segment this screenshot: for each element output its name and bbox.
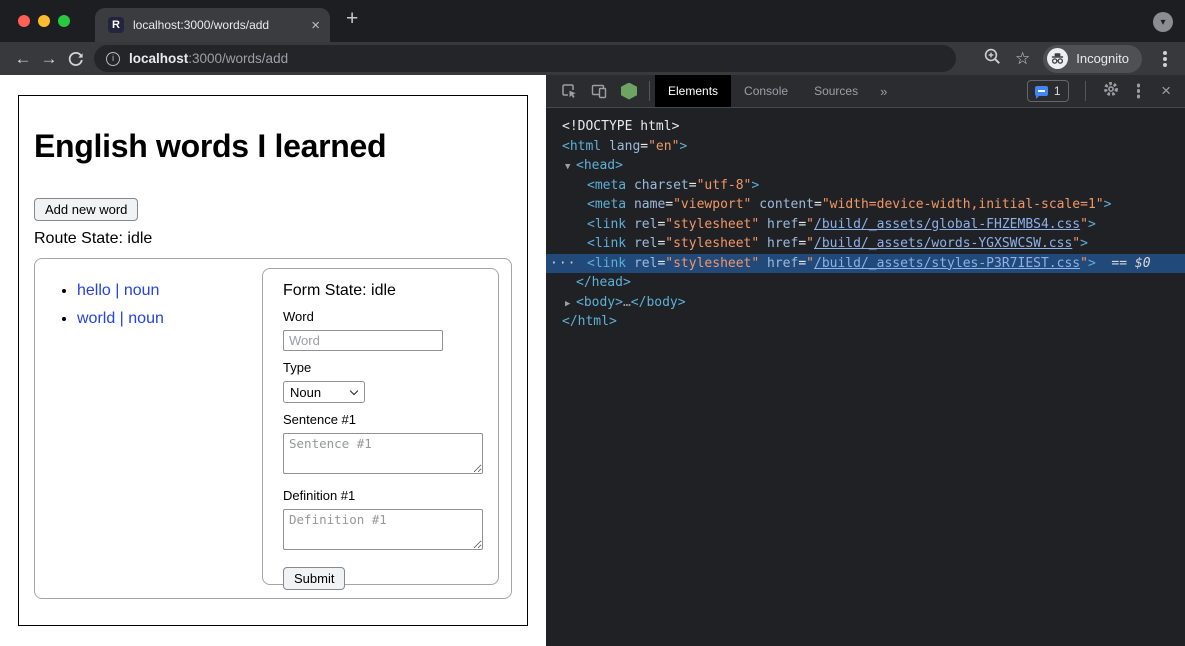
words-panel: hello | noun world | noun Form State: id… bbox=[34, 258, 512, 599]
zoom-icon[interactable] bbox=[983, 47, 1002, 71]
devtools-dom-node[interactable]: ▶<body>…</body> bbox=[546, 293, 1185, 313]
tab-search-button[interactable]: ▾ bbox=[1153, 12, 1173, 32]
url-text: localhost:3000/words/add bbox=[129, 51, 288, 66]
devtools-dom-node[interactable]: </head> bbox=[546, 273, 1185, 293]
devtools-dom-node[interactable]: <meta charset="utf-8"> bbox=[546, 176, 1185, 196]
devtools-dom-node[interactable]: <html lang="en"> bbox=[546, 137, 1185, 157]
browser-toolbar: ← → i localhost:3000/words/add ☆ Incogni… bbox=[0, 42, 1185, 75]
list-item: hello | noun bbox=[77, 282, 164, 300]
devtools-dom-node[interactable]: </html> bbox=[546, 312, 1185, 332]
word-label: Word bbox=[283, 309, 484, 324]
minimize-window-button[interactable] bbox=[38, 15, 50, 27]
tab-close-icon[interactable]: × bbox=[311, 18, 320, 33]
more-tabs-icon[interactable]: » bbox=[871, 84, 896, 99]
divider bbox=[1085, 81, 1086, 101]
site-info-icon[interactable]: i bbox=[106, 52, 120, 66]
add-word-form: Form State: idle Word Type Noun Sentence… bbox=[262, 268, 499, 585]
forward-icon[interactable]: → bbox=[36, 49, 62, 69]
devtools-dom-node[interactable]: <link rel="stylesheet" href="/build/_ass… bbox=[546, 234, 1185, 254]
form-state-text: Form State: idle bbox=[283, 282, 484, 300]
definition-textarea[interactable] bbox=[283, 509, 483, 550]
definition-label: Definition #1 bbox=[283, 488, 484, 503]
devtools-dom-node[interactable]: ▼<head> bbox=[546, 156, 1185, 176]
devtools-toolbar: Elements Console Sources » 1 × bbox=[546, 75, 1185, 108]
browser-chrome: R localhost:3000/words/add × + ▾ ← → i l… bbox=[0, 0, 1185, 75]
page-title: English words I learned bbox=[34, 128, 512, 165]
new-tab-button[interactable]: + bbox=[346, 7, 358, 31]
close-window-button[interactable] bbox=[18, 15, 30, 27]
url-path: :3000/words/add bbox=[188, 51, 288, 66]
devtools-dom-node[interactable]: <meta name="viewport" content="width=dev… bbox=[546, 195, 1185, 215]
inspect-element-icon[interactable] bbox=[554, 82, 584, 100]
url-host: localhost bbox=[129, 51, 188, 66]
add-new-word-button[interactable]: Add new word bbox=[34, 198, 138, 221]
browser-menu-icon[interactable] bbox=[1163, 57, 1167, 61]
word-link-world[interactable]: world | noun bbox=[77, 310, 164, 327]
tab-strip: R localhost:3000/words/add × + ▾ bbox=[0, 0, 1185, 42]
devtools-dom-node[interactable]: <link rel="stylesheet" href="/build/_ass… bbox=[546, 215, 1185, 235]
type-label: Type bbox=[283, 360, 484, 375]
devtools-right-controls: 1 × bbox=[1027, 80, 1185, 103]
settings-gear-icon[interactable] bbox=[1102, 80, 1120, 103]
remix-favicon-icon: R bbox=[108, 17, 124, 33]
word-list: hello | noun world | noun bbox=[35, 282, 164, 598]
device-toolbar-icon[interactable] bbox=[584, 82, 614, 100]
tab-sources[interactable]: Sources bbox=[801, 75, 871, 107]
incognito-icon bbox=[1047, 48, 1068, 69]
reload-icon[interactable] bbox=[62, 49, 88, 68]
devtools-menu-icon[interactable] bbox=[1137, 89, 1141, 93]
route-state-text: Route State: idle bbox=[34, 230, 512, 248]
devtools-dom-node[interactable]: <!DOCTYPE html> bbox=[546, 117, 1185, 137]
word-link-hello[interactable]: hello | noun bbox=[77, 282, 159, 299]
incognito-label: Incognito bbox=[1076, 51, 1129, 66]
back-icon[interactable]: ← bbox=[10, 49, 36, 69]
type-select-wrap: Noun bbox=[283, 381, 365, 403]
fullscreen-window-button[interactable] bbox=[58, 15, 70, 27]
devtools-extension-hexagon-icon[interactable] bbox=[614, 83, 644, 100]
issues-count: 1 bbox=[1054, 84, 1061, 98]
browser-tab[interactable]: R localhost:3000/words/add × bbox=[95, 8, 330, 42]
submit-button[interactable]: Submit bbox=[283, 567, 345, 590]
devtools-close-icon[interactable]: × bbox=[1157, 81, 1175, 101]
window-controls bbox=[18, 15, 70, 27]
incognito-badge: Incognito bbox=[1043, 45, 1142, 73]
devtools-panel: Elements Console Sources » 1 × <!DOCTYPE… bbox=[546, 75, 1185, 646]
address-bar[interactable]: i localhost:3000/words/add bbox=[94, 45, 956, 72]
type-select[interactable]: Noun bbox=[283, 381, 365, 403]
tab-title: localhost:3000/words/add bbox=[133, 18, 311, 32]
web-page: English words I learned Add new word Rou… bbox=[0, 75, 546, 646]
tab-elements[interactable]: Elements bbox=[655, 75, 731, 107]
app-container: English words I learned Add new word Rou… bbox=[18, 95, 528, 626]
word-input[interactable] bbox=[283, 330, 443, 351]
bookmark-star-icon[interactable]: ☆ bbox=[1015, 49, 1030, 69]
devtools-dom-tree: <!DOCTYPE html><html lang="en">▼<head><m… bbox=[546, 108, 1185, 332]
tab-console[interactable]: Console bbox=[731, 75, 801, 107]
issues-bubble-icon bbox=[1035, 86, 1048, 96]
devtools-dom-node[interactable]: ···<link rel="stylesheet" href="/build/_… bbox=[546, 254, 1185, 274]
node-more-actions-icon[interactable]: ··· bbox=[550, 254, 576, 274]
divider bbox=[649, 81, 650, 101]
sentence-textarea[interactable] bbox=[283, 433, 483, 474]
list-item: world | noun bbox=[77, 310, 164, 328]
issues-badge[interactable]: 1 bbox=[1027, 80, 1069, 102]
sentence-label: Sentence #1 bbox=[283, 412, 484, 427]
toolbar-right-controls: ☆ Incognito bbox=[983, 45, 1175, 73]
